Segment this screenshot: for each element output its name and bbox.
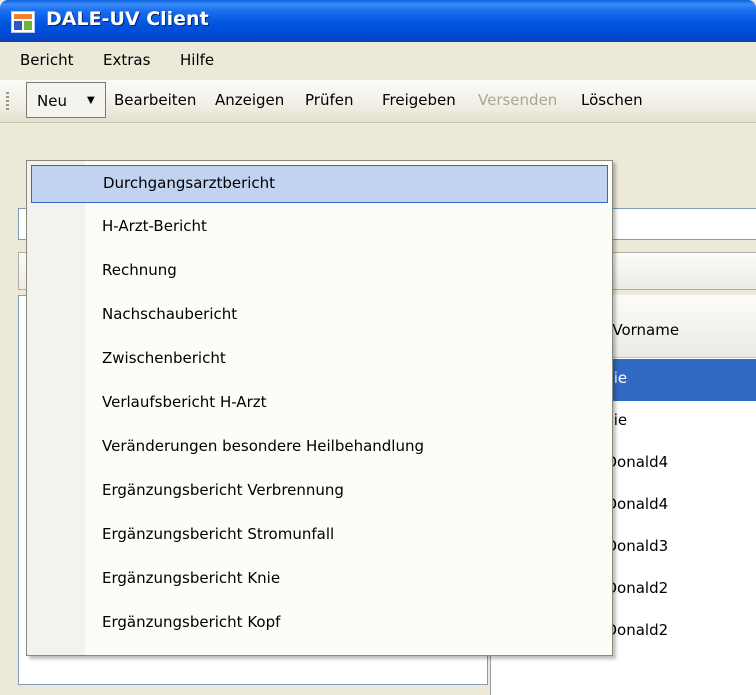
title-bar[interactable]: DALE-UV Client [0, 0, 756, 42]
menu-bar: Bericht Extras Hilfe [0, 42, 756, 80]
menu-item-label: Nachschaubericht [102, 305, 238, 323]
bearbeiten-button[interactable]: Bearbeiten [114, 91, 196, 109]
menu-item-label: Ergänzungsbericht Stromunfall [102, 525, 335, 543]
menu-item-nachschaubericht[interactable]: Nachschaubericht [31, 297, 608, 335]
menu-item-label: Ergänzungsbericht Knie [102, 569, 281, 587]
app-icon[interactable] [11, 11, 35, 33]
versenden-button[interactable]: Versenden [478, 91, 557, 109]
menu-item-label: Durchgangsarztbericht [103, 174, 276, 192]
pruefen-button[interactable]: Prüfen [305, 91, 353, 109]
menu-item-label: Veränderungen besondere Heilbehandlung [102, 437, 425, 455]
menu-item-veraenderungen[interactable]: Veränderungen besondere Heilbehandlung [31, 429, 608, 467]
menu-item-durchgangsarztbericht[interactable]: Durchgangsarztbericht [31, 165, 608, 203]
menu-item-rechnung[interactable]: Rechnung [31, 253, 608, 291]
menu-item-label: Ergänzungsbericht Verbrennung [102, 481, 344, 499]
loeschen-button[interactable]: Löschen [581, 91, 643, 109]
neu-dropdown-menu: Durchgangsarztbericht H-Arzt-Bericht Rec… [26, 160, 613, 656]
menu-item-verbrennung[interactable]: Ergänzungsbericht Verbrennung [31, 473, 608, 511]
menu-item-stromunfall[interactable]: Ergänzungsbericht Stromunfall [31, 517, 608, 555]
toolbar: Neu ▼ Bearbeiten Anzeigen Prüfen Freigeb… [0, 80, 756, 123]
menu-item-verlaufsbericht[interactable]: Verlaufsbericht H-Arzt [31, 385, 608, 423]
menu-hilfe[interactable]: Hilfe [180, 51, 214, 69]
menu-item-label: H-Arzt-Bericht [102, 217, 207, 235]
menu-item-kopf[interactable]: Ergänzungsbericht Kopf [31, 605, 608, 643]
neu-label: Neu [37, 92, 67, 110]
menu-item-label: Verlaufsbericht H-Arzt [102, 393, 267, 411]
menu-item-label: Ergänzungsbericht Kopf [102, 613, 281, 631]
menu-extras[interactable]: Extras [103, 51, 150, 69]
toolbar-grip[interactable] [6, 92, 9, 112]
freigeben-button[interactable]: Freigeben [382, 91, 456, 109]
anzeigen-button[interactable]: Anzeigen [215, 91, 284, 109]
menu-bericht[interactable]: Bericht [20, 51, 74, 69]
menu-item-zwischenbericht[interactable]: Zwischenbericht [31, 341, 608, 379]
neu-dropdown-button[interactable]: Neu ▼ [26, 82, 106, 118]
menu-item-h-arzt-bericht[interactable]: H-Arzt-Bericht [31, 209, 608, 247]
window-title: DALE-UV Client [46, 8, 209, 30]
menu-item-label: Zwischenbericht [102, 349, 226, 367]
menu-item-knie[interactable]: Ergänzungsbericht Knie [31, 561, 608, 599]
chevron-down-icon: ▼ [87, 95, 95, 106]
menu-item-label: Rechnung [102, 261, 177, 279]
